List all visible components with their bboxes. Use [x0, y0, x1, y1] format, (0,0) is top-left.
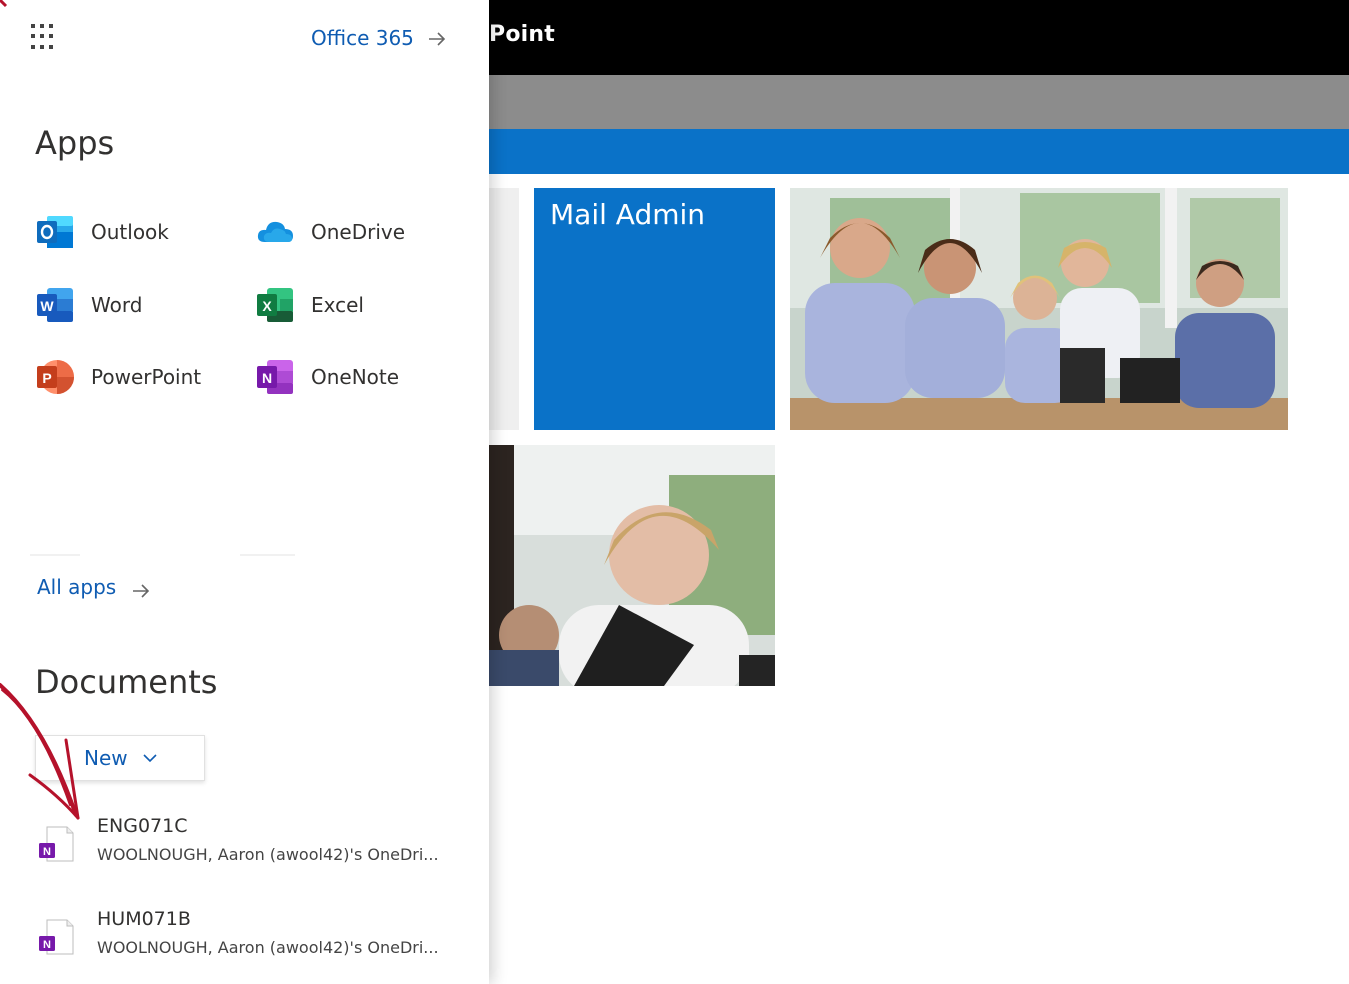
- app-launcher-waffle-icon[interactable]: [31, 24, 57, 50]
- divider: [30, 554, 80, 556]
- onenote-file-icon: N: [39, 919, 74, 955]
- word-icon: W: [37, 288, 73, 322]
- app-label: Outlook: [91, 220, 169, 244]
- svg-text:N: N: [262, 370, 272, 386]
- excel-icon: X: [257, 288, 293, 322]
- mail-admin-tile[interactable]: Mail Admin: [534, 188, 775, 430]
- app-launcher-panel: Office 365 Apps Outlook OneDrive W Word …: [0, 0, 489, 984]
- powerpoint-icon: P: [37, 360, 74, 394]
- outlook-icon: [37, 216, 73, 248]
- student-reading-photo-tile[interactable]: [489, 445, 775, 686]
- onedrive-icon: [257, 221, 293, 242]
- svg-text:W: W: [40, 298, 54, 314]
- document-location: WOOLNOUGH, Aaron (awool42)'s OneDri...: [97, 938, 439, 957]
- app-onedrive[interactable]: OneDrive: [255, 210, 455, 254]
- svg-text:N: N: [43, 846, 51, 858]
- app-outlook[interactable]: Outlook: [35, 210, 235, 254]
- app-label: OneDrive: [311, 220, 406, 244]
- chevron-down-icon: [143, 754, 157, 763]
- new-button-label: New: [84, 746, 128, 770]
- new-document-button[interactable]: New: [35, 735, 205, 781]
- svg-text:P: P: [42, 370, 51, 386]
- document-item[interactable]: N ENG071C WOOLNOUGH, Aaron (awool42)'s O…: [35, 815, 475, 875]
- tile-partial[interactable]: [489, 188, 519, 430]
- onenote-icon: N: [257, 360, 293, 394]
- students-photo-tile[interactable]: [790, 188, 1288, 430]
- app-powerpoint[interactable]: P PowerPoint: [35, 355, 235, 399]
- svg-text:X: X: [262, 298, 272, 314]
- app-label: Word: [91, 293, 143, 317]
- app-onenote[interactable]: N OneNote: [255, 355, 455, 399]
- documents-heading: Documents: [35, 663, 218, 701]
- divider: [240, 554, 295, 556]
- onenote-file-icon: N: [39, 826, 74, 862]
- all-apps-link[interactable]: All apps: [37, 575, 116, 599]
- document-name: HUM071B: [97, 908, 191, 930]
- site-title[interactable]: Point: [489, 22, 555, 47]
- app-excel[interactable]: X Excel: [255, 283, 455, 327]
- arrow-right-icon[interactable]: [426, 28, 448, 50]
- student-reading-photo: [489, 445, 775, 686]
- document-location: WOOLNOUGH, Aaron (awool42)'s OneDri...: [97, 845, 439, 864]
- arrow-right-icon[interactable]: [130, 580, 152, 602]
- office-365-link[interactable]: Office 365: [311, 26, 414, 50]
- svg-text:N: N: [43, 939, 51, 951]
- document-name: ENG071C: [97, 815, 188, 837]
- app-label: OneNote: [311, 365, 400, 389]
- app-label: Excel: [311, 293, 364, 317]
- app-word[interactable]: W Word: [35, 283, 235, 327]
- document-item[interactable]: N HUM071B WOOLNOUGH, Aaron (awool42)'s O…: [35, 908, 475, 968]
- mail-admin-label: Mail Admin: [550, 198, 706, 231]
- app-label: PowerPoint: [91, 365, 202, 389]
- students-photo: [790, 188, 1288, 430]
- apps-heading: Apps: [35, 124, 115, 162]
